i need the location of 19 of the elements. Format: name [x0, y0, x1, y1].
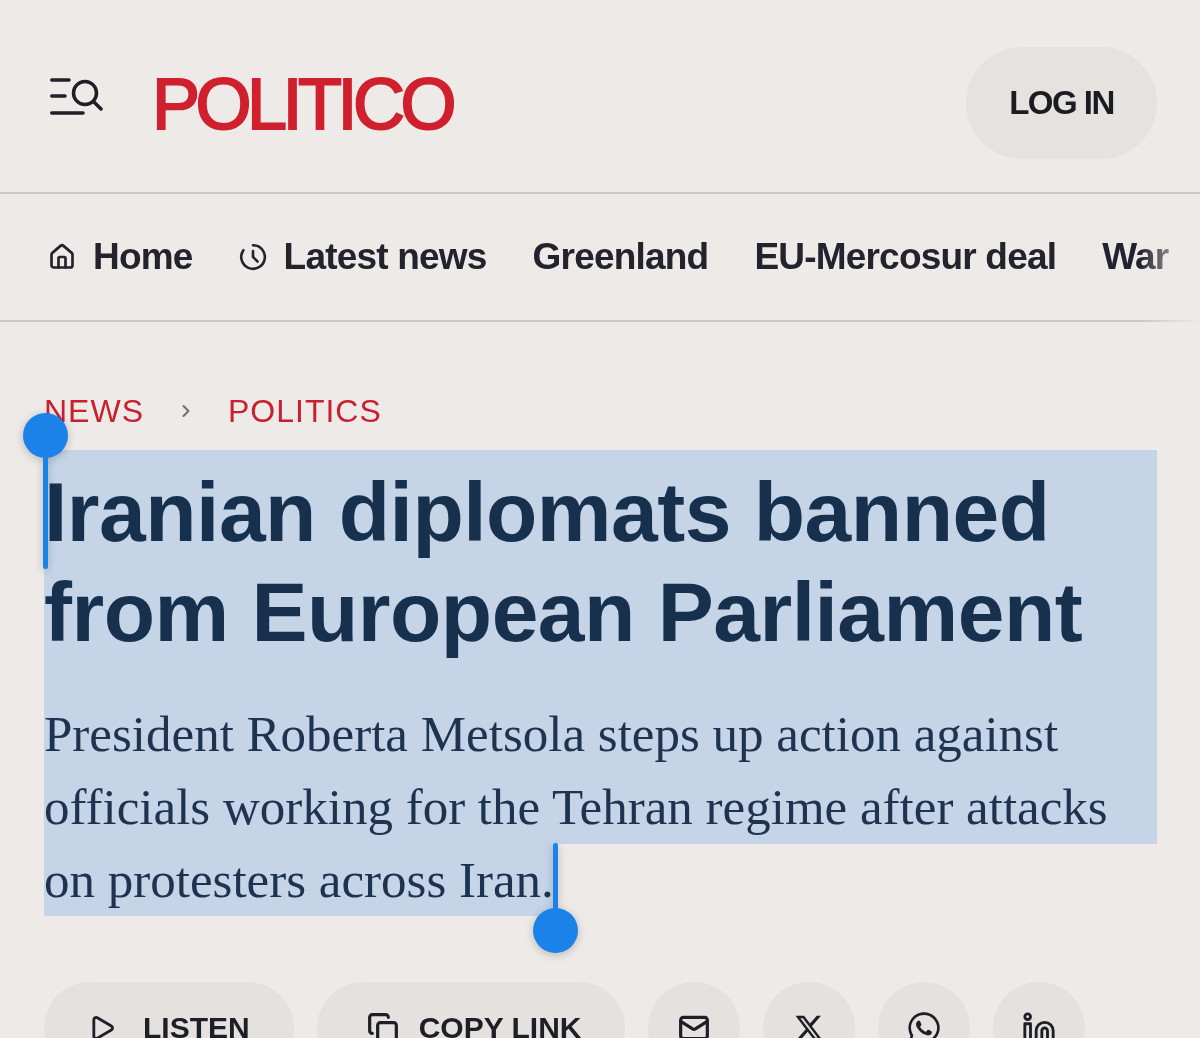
logo[interactable]: POLITICO — [152, 64, 453, 144]
subheadline: President Roberta Metsola steps up action against officials working for the Tehran regime after attacks on protesters across Iran. — [44, 698, 1157, 917]
listen-button[interactable]: LISTEN — [44, 982, 294, 1038]
login-button[interactable]: LOG IN — [966, 47, 1157, 159]
headline: Iranian diplomats banned from European Parliament — [44, 450, 1157, 698]
copy-link-button[interactable]: COPY LINK — [316, 982, 626, 1038]
menu-search-icon[interactable] — [50, 77, 103, 115]
whatsapp-icon — [906, 1010, 943, 1038]
nav-link[interactable]: Latest news — [238, 235, 487, 279]
nav-link[interactable]: Home — [48, 235, 193, 279]
home-icon — [48, 243, 76, 271]
copy-icon — [366, 1012, 399, 1038]
nav-link[interactable]: War — [1102, 235, 1169, 279]
breadcrumb-link[interactable]: POLITICS — [228, 391, 382, 431]
nav-link[interactable]: EU-Mercosur deal — [754, 235, 1057, 279]
nav-link[interactable]: Greenland — [532, 235, 709, 279]
clock-icon — [238, 243, 267, 271]
breadcrumb-link[interactable]: NEWS — [44, 391, 144, 431]
linkedin-icon — [1022, 1011, 1057, 1038]
